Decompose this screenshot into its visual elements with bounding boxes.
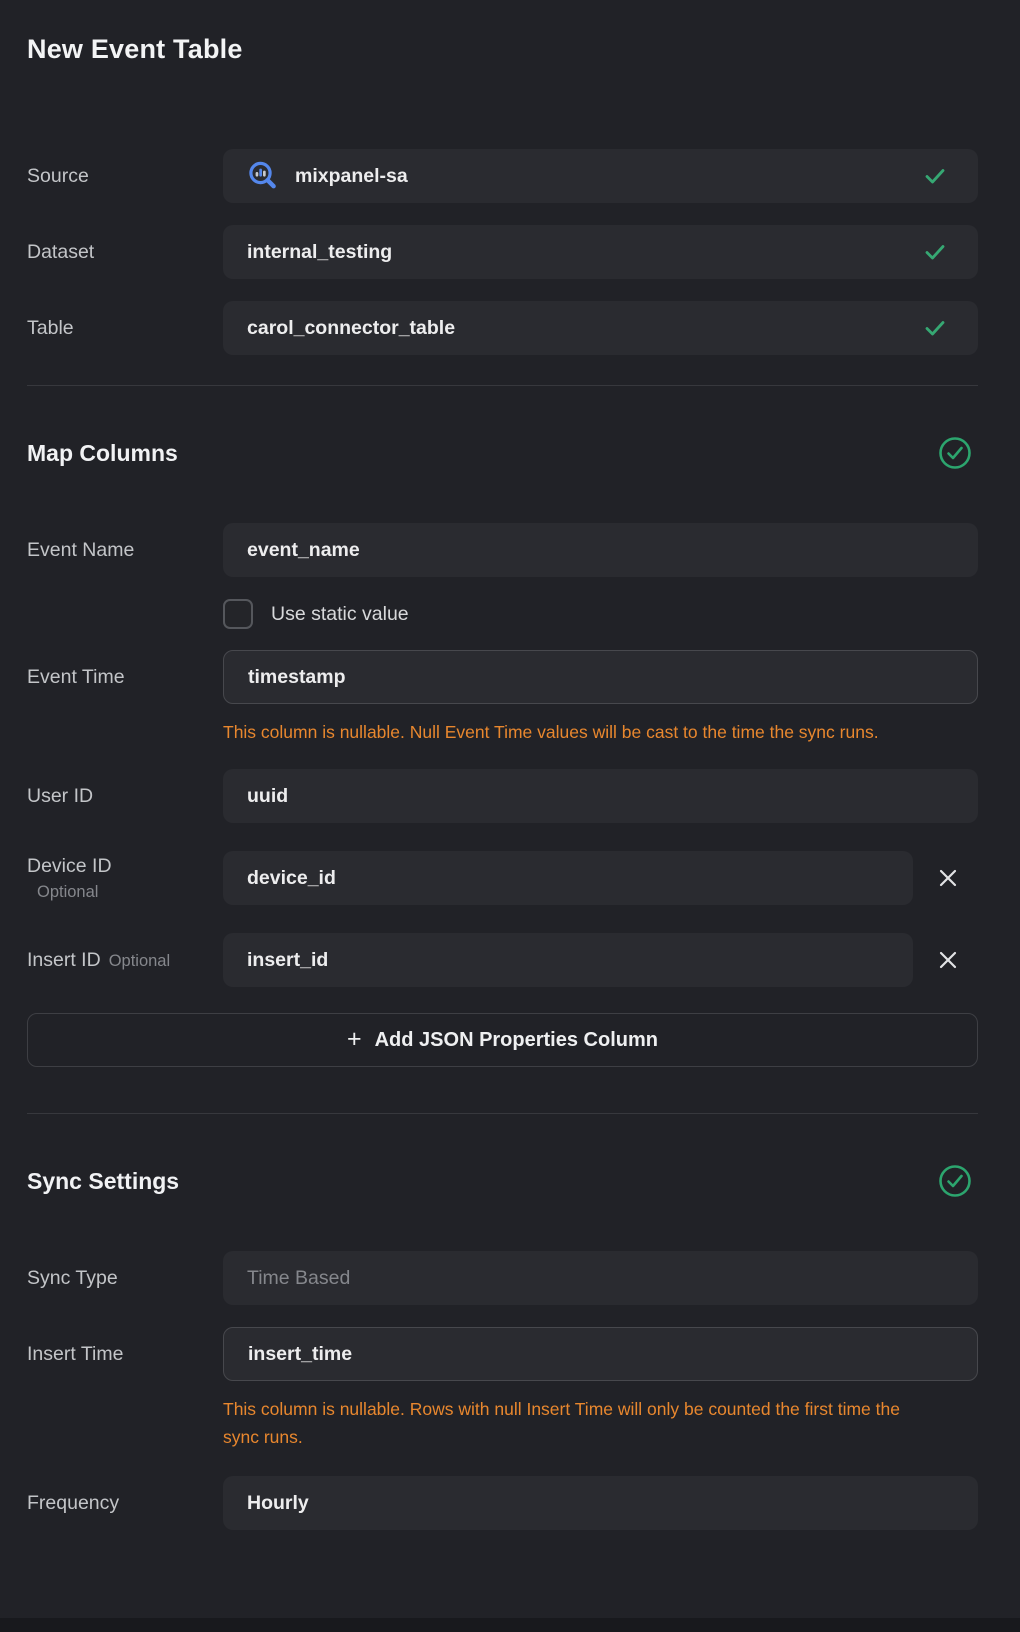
insert-time-nullable-warning: This column is nullable. Rows with null …: [223, 1395, 935, 1451]
section-complete-check-icon: [938, 436, 972, 470]
section-divider: [27, 385, 978, 386]
valid-check-icon: [922, 163, 948, 189]
sync-settings-heading: Sync Settings: [27, 1168, 179, 1195]
sync-type-row: Sync Type Time Based: [27, 1251, 978, 1305]
add-icon: +: [347, 1027, 362, 1052]
insert-time-row: Insert Time insert_time: [27, 1327, 978, 1381]
user-id-input[interactable]: uuid: [223, 769, 978, 823]
table-row: Table carol_connector_table: [27, 301, 978, 355]
section-complete-check-icon: [938, 1164, 972, 1198]
event-time-label: Event Time: [27, 666, 223, 689]
sync-settings-header: Sync Settings: [27, 1164, 978, 1198]
insert-id-input[interactable]: insert_id: [223, 933, 913, 987]
section-divider: [27, 1113, 978, 1114]
sync-type-input: Time Based: [223, 1251, 978, 1305]
insert-id-row: Insert ID Optional insert_id: [27, 933, 978, 987]
page-title: New Event Table: [27, 34, 978, 65]
frequency-label: Frequency: [27, 1492, 223, 1515]
query-magnifier-icon: [247, 160, 279, 192]
event-name-input[interactable]: event_name: [223, 523, 978, 577]
frequency-value: Hourly: [247, 1492, 309, 1515]
source-label: Source: [27, 165, 223, 188]
sync-type-value: Time Based: [247, 1267, 350, 1290]
device-id-row: Device ID Optional device_id: [27, 851, 978, 905]
frequency-row: Frequency Hourly: [27, 1476, 978, 1530]
insert-id-value: insert_id: [247, 949, 328, 972]
table-input[interactable]: carol_connector_table: [223, 301, 978, 355]
sync-type-label: Sync Type: [27, 1267, 223, 1290]
frequency-select[interactable]: Hourly: [223, 1476, 978, 1530]
event-name-value: event_name: [247, 539, 360, 562]
dataset-input[interactable]: internal_testing: [223, 225, 978, 279]
insert-time-value: insert_time: [248, 1343, 352, 1366]
new-event-table-form: New Event Table Source mixpanel-sa Datas…: [0, 0, 1020, 1530]
table-label: Table: [27, 317, 223, 340]
valid-check-icon: [922, 239, 948, 265]
use-static-value-label: Use static value: [271, 603, 409, 626]
event-time-value: timestamp: [248, 666, 346, 689]
insert-time-label: Insert Time: [27, 1343, 223, 1366]
table-value: carol_connector_table: [247, 317, 455, 340]
dataset-value: internal_testing: [247, 241, 392, 264]
device-id-optional-tag: Optional: [37, 883, 223, 902]
device-id-value: device_id: [247, 867, 336, 890]
source-row: Source mixpanel-sa: [27, 149, 978, 203]
remove-insert-id-button[interactable]: [934, 946, 962, 974]
dataset-label: Dataset: [27, 241, 223, 264]
user-id-row: User ID uuid: [27, 769, 978, 823]
valid-check-icon: [922, 315, 948, 341]
dataset-row: Dataset internal_testing: [27, 225, 978, 279]
add-json-properties-label: Add JSON Properties Column: [375, 1029, 658, 1052]
map-columns-heading: Map Columns: [27, 440, 178, 467]
use-static-value-checkbox[interactable]: [223, 599, 253, 629]
user-id-label: User ID: [27, 785, 223, 808]
use-static-value-row: Use static value: [223, 599, 978, 629]
event-name-label: Event Name: [27, 539, 223, 562]
insert-id-label: Insert ID: [27, 949, 101, 971]
close-icon: [937, 949, 959, 971]
device-id-input[interactable]: device_id: [223, 851, 913, 905]
event-time-nullable-warning: This column is nullable. Null Event Time…: [223, 718, 935, 746]
insert-id-optional-tag: Optional: [109, 952, 170, 970]
close-icon: [937, 867, 959, 889]
event-name-row: Event Name event_name: [27, 523, 978, 577]
insert-time-input[interactable]: insert_time: [223, 1327, 978, 1381]
add-json-properties-column-button[interactable]: + Add JSON Properties Column: [27, 1013, 978, 1067]
map-columns-header: Map Columns: [27, 436, 978, 470]
event-time-input[interactable]: timestamp: [223, 650, 978, 704]
source-value: mixpanel-sa: [295, 165, 408, 188]
remove-device-id-button[interactable]: [934, 864, 962, 892]
user-id-value: uuid: [247, 785, 288, 808]
footer-edge: [0, 1618, 1020, 1632]
event-time-row: Event Time timestamp: [27, 650, 978, 704]
source-input[interactable]: mixpanel-sa: [223, 149, 978, 203]
device-id-label: Device ID: [27, 855, 223, 878]
